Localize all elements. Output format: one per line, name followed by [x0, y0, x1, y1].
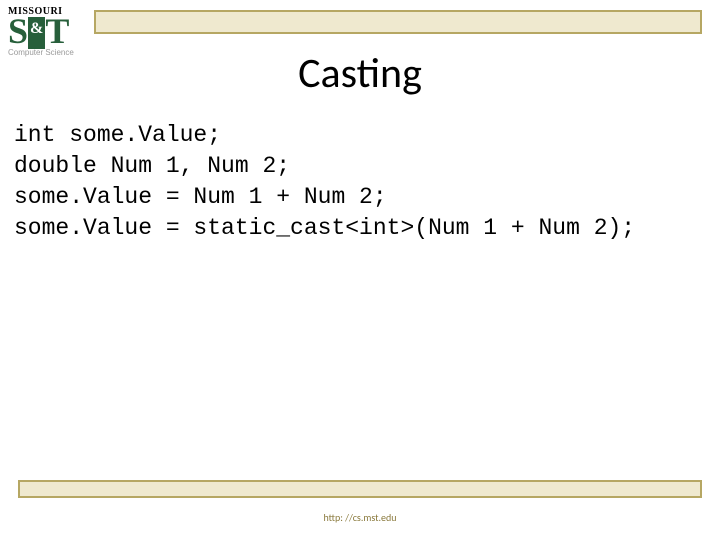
- slide-title: Casting: [0, 48, 720, 99]
- logo-letter-t: T: [45, 15, 69, 47]
- logo-letter-s: S: [8, 15, 28, 47]
- code-block: int some.Value; double Num 1, Num 2; som…: [14, 120, 710, 244]
- bottom-decorative-bar: [18, 480, 702, 498]
- footer-url: http: //cs.mst.edu: [0, 511, 720, 524]
- code-line-1: int some.Value;: [14, 122, 221, 148]
- top-decorative-bar: [94, 10, 702, 34]
- logo-ampersand: &: [28, 17, 45, 49]
- code-line-4: some.Value = static_cast<int>(Num 1 + Nu…: [14, 215, 635, 241]
- slide: MISSOURI S & T Computer Science Casting …: [0, 0, 720, 540]
- code-line-3: some.Value = Num 1 + Num 2;: [14, 184, 387, 210]
- code-line-2: double Num 1, Num 2;: [14, 153, 290, 179]
- logo-st-mark: S & T: [8, 15, 86, 47]
